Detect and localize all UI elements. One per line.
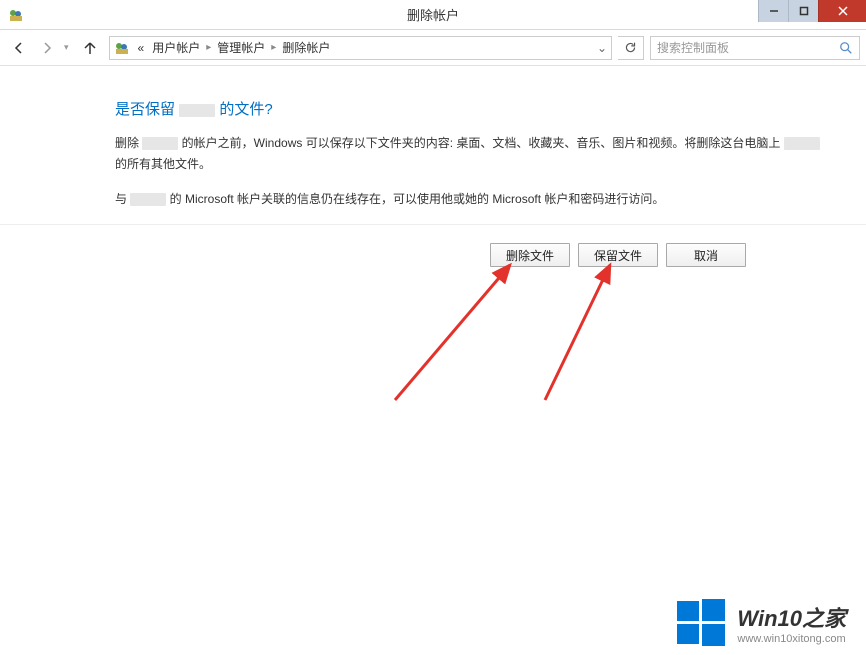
windows-logo-icon [675,597,727,649]
window-title: 删除帐户 [407,5,459,24]
window-controls [758,0,866,22]
watermark-url: www.win10xitong.com [737,633,846,645]
breadcrumb-item-0[interactable]: 用户帐户 [148,37,204,58]
breadcrumb-dropdown-icon[interactable]: ⌄ [597,41,607,55]
redacted-username [784,137,820,150]
titlebar: 删除帐户 [0,0,866,30]
redacted-username [142,137,178,150]
close-button[interactable] [818,0,866,22]
page-heading: 是否保留 的文件? [115,98,835,119]
description-para-1: 删除 的帐户之前，Windows 可以保存以下文件夹的内容: 桌面、文档、收藏夹… [115,133,835,175]
search-icon[interactable] [839,41,853,55]
app-icon [8,7,24,23]
navbar: ▾ « 用户帐户 ▸ 管理帐户 ▸ 删除帐户 ⌄ [0,30,866,66]
watermark-title: Win10之家 [737,601,846,633]
breadcrumb[interactable]: « 用户帐户 ▸ 管理帐户 ▸ 删除帐户 ⌄ [109,36,612,60]
refresh-button[interactable] [618,36,644,60]
breadcrumb-item-2[interactable]: 删除帐户 [278,37,334,58]
search-input[interactable] [657,41,853,55]
maximize-button[interactable] [788,0,818,22]
recent-dropdown-icon[interactable]: ▾ [62,42,71,53]
up-button[interactable] [77,35,103,61]
forward-button[interactable] [34,35,60,61]
back-button[interactable] [6,35,32,61]
redacted-username [130,193,166,206]
heading-prefix: 是否保留 [115,101,179,118]
search-box[interactable] [650,36,860,60]
user-accounts-icon [114,40,130,56]
delete-files-button[interactable]: 删除文件 [490,243,570,267]
watermark: Win10之家 www.win10xitong.com [675,597,846,649]
button-row: 删除文件 保留文件 取消 [0,224,866,267]
keep-files-button[interactable]: 保留文件 [578,243,658,267]
breadcrumb-prefix: « [134,39,149,57]
description-para-2: 与 的 Microsoft 帐户关联的信息仍在线存在，可以使用他或她的 Micr… [115,189,835,210]
breadcrumb-item-1[interactable]: 管理帐户 [213,37,269,58]
chevron-right-icon[interactable]: ▸ [204,42,213,53]
redacted-username [179,104,215,117]
minimize-button[interactable] [758,0,788,22]
chevron-right-icon[interactable]: ▸ [269,42,278,53]
heading-suffix: 的文件? [215,101,273,118]
cancel-button[interactable]: 取消 [666,243,746,267]
content-area: 是否保留 的文件? 删除 的帐户之前，Windows 可以保存以下文件夹的内容:… [0,66,866,267]
